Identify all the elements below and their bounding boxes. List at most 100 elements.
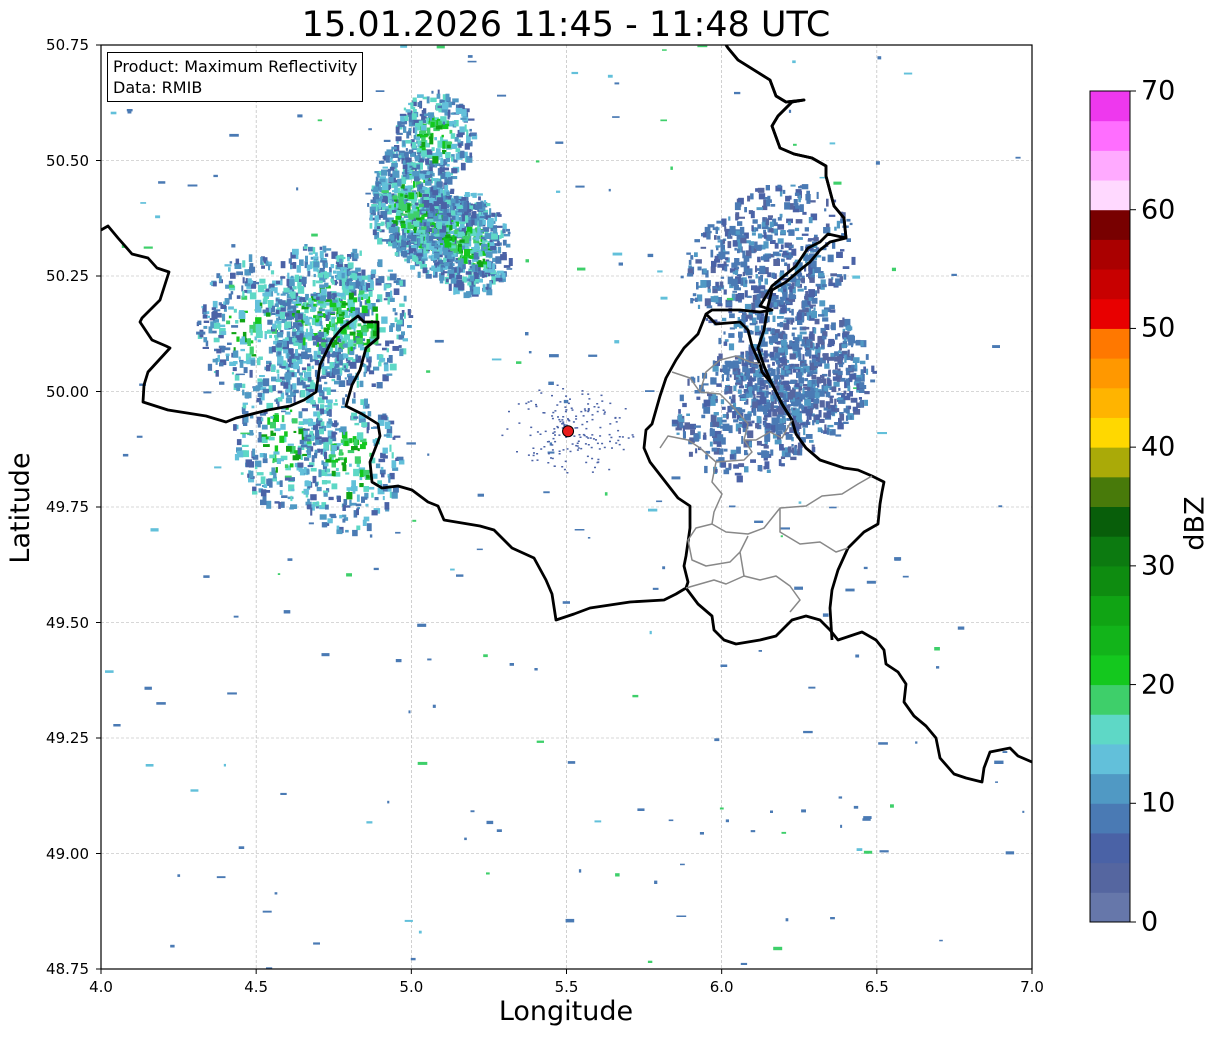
echo-speckle bbox=[612, 116, 620, 118]
echo-cell bbox=[277, 390, 283, 394]
echo-cell bbox=[261, 265, 265, 269]
echo-cell bbox=[299, 259, 304, 266]
echo-cell bbox=[413, 135, 416, 140]
echo-cell bbox=[255, 483, 262, 486]
echo-cell bbox=[507, 231, 511, 235]
echo-cell bbox=[319, 514, 327, 520]
echo-cell bbox=[801, 233, 809, 236]
echo-cell bbox=[703, 268, 707, 274]
echo-cell bbox=[258, 356, 263, 360]
echo-cell bbox=[839, 413, 845, 421]
echo-speckle bbox=[833, 181, 842, 185]
echo-cell bbox=[202, 314, 208, 319]
echo-cell bbox=[220, 331, 227, 335]
echo-cell bbox=[321, 339, 328, 343]
echo-cell bbox=[431, 147, 435, 151]
echo-cell bbox=[357, 296, 361, 302]
echo-cell bbox=[343, 458, 346, 465]
echo-cell bbox=[403, 126, 407, 133]
echo-cell bbox=[243, 367, 248, 374]
echo-cell bbox=[432, 190, 439, 196]
echo-cell bbox=[307, 454, 311, 458]
echo-cell bbox=[741, 227, 744, 234]
echo-cell bbox=[800, 344, 806, 347]
echo-cell bbox=[336, 495, 341, 502]
echo-cell bbox=[284, 373, 291, 380]
echo-cell bbox=[333, 402, 338, 406]
echo-cell bbox=[733, 419, 739, 423]
echo-cell bbox=[834, 398, 837, 406]
echo-speckle bbox=[567, 761, 576, 764]
echo-speckle bbox=[418, 930, 422, 934]
echo-cell bbox=[269, 454, 276, 459]
echo-cell bbox=[260, 256, 263, 265]
echo-speckle bbox=[877, 432, 887, 435]
echo-cell bbox=[764, 434, 771, 442]
echo-cell bbox=[347, 357, 354, 361]
echo-speckle bbox=[313, 942, 320, 945]
echo-cell bbox=[704, 465, 708, 474]
echo-speckle bbox=[366, 821, 373, 824]
echo-speckle bbox=[383, 139, 391, 142]
echo-cell bbox=[724, 392, 727, 395]
echo-cell bbox=[414, 127, 418, 135]
echo-cell bbox=[333, 368, 340, 375]
echo-speckle bbox=[793, 143, 797, 146]
echo-cell bbox=[679, 422, 684, 428]
echo-speckle bbox=[734, 91, 741, 95]
echo-cell bbox=[797, 448, 800, 456]
echo-cell bbox=[764, 278, 768, 285]
echo-cell bbox=[304, 480, 312, 487]
echo-speckle bbox=[376, 279, 383, 283]
echo-cell bbox=[444, 242, 452, 248]
echo-cell bbox=[463, 292, 470, 299]
echo-cell bbox=[756, 332, 759, 335]
echo-cell bbox=[272, 460, 275, 464]
echo-cell bbox=[851, 256, 856, 265]
echo-cell bbox=[268, 478, 272, 486]
echo-cell bbox=[345, 529, 349, 533]
echo-cell bbox=[319, 308, 325, 312]
echo-speckle bbox=[562, 601, 570, 604]
echo-cell bbox=[794, 203, 799, 206]
echo-cell bbox=[434, 252, 440, 259]
echo-cell bbox=[441, 193, 443, 198]
echo-cell bbox=[466, 196, 469, 202]
echo-cell bbox=[328, 418, 332, 425]
echo-cell bbox=[806, 196, 811, 204]
echo-speckle bbox=[758, 650, 762, 652]
echo-cell bbox=[724, 339, 729, 342]
echo-cell bbox=[474, 249, 482, 252]
echo-cell bbox=[368, 486, 375, 490]
echo-cell bbox=[791, 444, 794, 447]
echo-cell bbox=[307, 271, 311, 277]
echo-cell bbox=[443, 257, 446, 263]
echo-speckle bbox=[618, 262, 623, 266]
echo-cell bbox=[437, 105, 443, 109]
echo-cell bbox=[323, 409, 327, 414]
echo-speckle bbox=[770, 810, 773, 813]
echo-cell bbox=[780, 463, 785, 467]
echo-cell bbox=[421, 214, 428, 217]
echo-cell bbox=[866, 368, 869, 375]
echo-cell bbox=[721, 218, 727, 226]
echo-cell bbox=[835, 434, 842, 437]
echo-cell bbox=[346, 492, 353, 500]
echo-cell bbox=[735, 293, 742, 302]
echo-cell bbox=[426, 171, 430, 175]
echo-cell bbox=[816, 191, 819, 199]
echo-cell bbox=[251, 340, 254, 344]
echo-cell bbox=[833, 381, 840, 387]
echo-cell bbox=[682, 402, 687, 408]
echo-cell bbox=[809, 275, 815, 278]
echo-cell bbox=[851, 373, 857, 380]
echo-cell bbox=[266, 312, 271, 317]
echo-cell bbox=[321, 460, 324, 465]
echo-cell bbox=[790, 364, 793, 368]
echo-cell bbox=[720, 399, 725, 405]
echo-cell bbox=[821, 345, 825, 349]
echo-cell bbox=[319, 427, 324, 435]
echo-cell bbox=[345, 472, 350, 475]
echo-cell bbox=[279, 458, 284, 462]
echo-cell bbox=[413, 181, 416, 188]
